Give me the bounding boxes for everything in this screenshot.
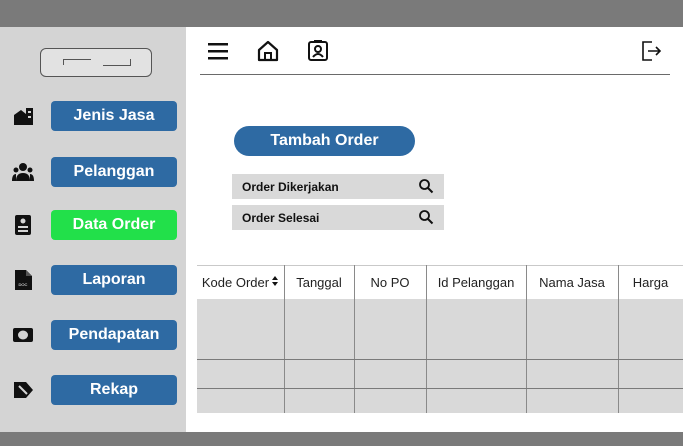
menu-icon[interactable] xyxy=(206,39,230,63)
column-header-kode-order[interactable]: Kode Order xyxy=(197,265,284,299)
sidebar-item-rekap[interactable]: Rekap xyxy=(12,375,177,405)
building-icon xyxy=(14,108,33,125)
add-order-button[interactable]: Tambah Order xyxy=(234,126,415,156)
search-label: Order Selesai xyxy=(242,211,320,225)
column-header-no-po[interactable]: No PO xyxy=(354,265,426,299)
sidebar-item-label[interactable]: Pelanggan xyxy=(51,157,177,187)
topnav-divider xyxy=(200,74,670,75)
doc-file-icon: DOC xyxy=(15,270,32,290)
search-icon[interactable] xyxy=(418,178,434,194)
app-window: Jenis Jasa Pelanggan Data Order DOC Lapo… xyxy=(0,0,683,446)
sidebar-item-data-order[interactable]: Data Order xyxy=(12,210,177,240)
column-divider xyxy=(618,265,619,413)
logout-icon[interactable] xyxy=(639,39,663,63)
bottom-bar xyxy=(0,432,683,446)
svg-text:DOC: DOC xyxy=(19,282,28,287)
search-icon[interactable] xyxy=(418,209,434,225)
search-label: Order Dikerjakan xyxy=(242,180,339,194)
cash-icon xyxy=(13,328,33,342)
home-icon[interactable] xyxy=(256,39,280,63)
sidebar-item-laporan[interactable]: DOC Laporan xyxy=(12,265,177,295)
sidebar-item-label[interactable]: Data Order xyxy=(51,210,177,240)
sidebar-item-pelanggan[interactable]: Pelanggan xyxy=(12,157,177,187)
column-divider xyxy=(426,265,427,413)
sidebar: Jenis Jasa Pelanggan Data Order DOC Lapo… xyxy=(0,27,186,432)
column-header-tanggal[interactable]: Tanggal xyxy=(284,265,354,299)
tag-arrow-icon xyxy=(14,382,33,398)
users-icon xyxy=(12,163,34,181)
column-header-nama-jasa[interactable]: Nama Jasa xyxy=(526,265,618,299)
column-header-id-pelanggan[interactable]: Id Pelanggan xyxy=(426,265,526,299)
column-divider xyxy=(284,265,285,413)
search-order-completed[interactable]: Order Selesai xyxy=(232,205,444,230)
order-table: Kode Order Tanggal No PO Id Pelanggan Na… xyxy=(197,265,683,413)
sidebar-item-label[interactable]: Laporan xyxy=(51,265,177,295)
sidebar-item-pendapatan[interactable]: Pendapatan xyxy=(12,320,177,350)
sidebar-item-label[interactable]: Jenis Jasa xyxy=(51,101,177,131)
contact-card-icon[interactable] xyxy=(306,39,330,63)
sidebar-item-label[interactable]: Rekap xyxy=(51,375,177,405)
top-bar xyxy=(0,0,683,27)
logo-placeholder xyxy=(40,48,152,77)
clipboard-icon xyxy=(15,215,31,235)
column-header-harga[interactable]: Harga xyxy=(618,265,683,299)
top-navigation xyxy=(186,27,683,75)
sidebar-item-jenis-jasa[interactable]: Jenis Jasa xyxy=(12,101,177,131)
sidebar-item-label[interactable]: Pendapatan xyxy=(51,320,177,350)
table-row xyxy=(197,359,683,360)
column-divider xyxy=(354,265,355,413)
search-order-in-progress[interactable]: Order Dikerjakan xyxy=(232,174,444,199)
table-row xyxy=(197,388,683,389)
sort-icon[interactable] xyxy=(271,275,279,287)
column-divider xyxy=(526,265,527,413)
